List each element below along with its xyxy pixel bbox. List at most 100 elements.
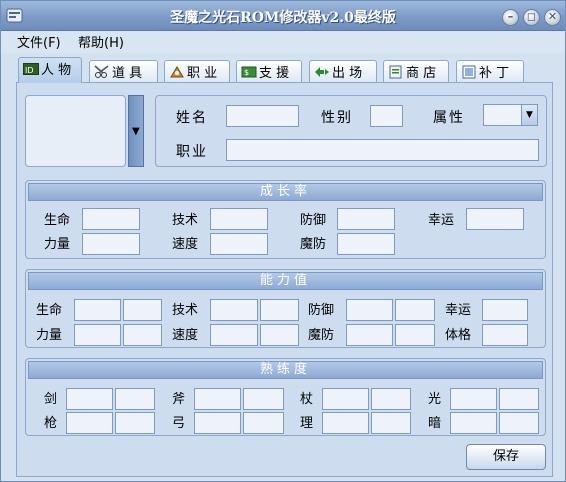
ability-resistance-input[interactable] <box>346 324 393 346</box>
tab-label: 出 场 <box>332 66 363 81</box>
light-exp-input[interactable] <box>499 388 539 410</box>
chevron-down-icon[interactable]: ▼ <box>521 105 537 125</box>
title-bar[interactable]: 圣魔之光石ROM修改器v2.0最终版 – ◻ ✕ <box>1 1 565 31</box>
minimize-button[interactable]: – <box>502 9 519 26</box>
growth-speed-input[interactable] <box>210 233 268 255</box>
weapon-label: 剑 <box>44 392 58 407</box>
sword-rank-input[interactable] <box>66 388 113 410</box>
axe-rank-input[interactable] <box>194 388 241 410</box>
ability-stat-label: 力量 <box>36 328 63 343</box>
ability-strength-input[interactable] <box>74 324 121 346</box>
growth-resistance-input[interactable] <box>337 233 395 255</box>
tab-shop[interactable]: 商 店 <box>383 60 449 82</box>
growth-skill-input[interactable] <box>210 208 268 230</box>
light-rank-input[interactable] <box>450 388 497 410</box>
tab-label: 职 业 <box>187 66 218 81</box>
ability-speed-input[interactable] <box>210 324 258 346</box>
window-title: 圣魔之光石ROM修改器v2.0最终版 <box>170 10 396 26</box>
growth-stat-label: 生命 <box>44 213 71 228</box>
portrait <box>25 95 126 167</box>
proficiency-title: 熟练度 <box>28 361 543 379</box>
name-input[interactable] <box>226 105 299 127</box>
ability-defense-input[interactable] <box>346 299 393 321</box>
attribute-select[interactable]: ▼ <box>483 104 538 126</box>
growth-hp-input[interactable] <box>82 208 140 230</box>
tab-label: 道 具 <box>112 66 143 81</box>
class-input[interactable] <box>226 139 539 161</box>
bow-exp-input[interactable] <box>243 412 284 434</box>
tab-label: 商 店 <box>406 66 437 81</box>
character-info: ▼ 姓名 性别 属性 ▼ 职业 <box>25 91 547 169</box>
tab-patch[interactable]: 补 丁 <box>456 60 524 82</box>
tab-label: 人 物 <box>41 63 72 78</box>
id-card-icon: ID <box>23 63 39 75</box>
growth-title: 成长率 <box>28 183 543 201</box>
axe-exp-input[interactable] <box>243 388 284 410</box>
dark-exp-input[interactable] <box>499 412 539 434</box>
weapon-label: 暗 <box>428 416 442 431</box>
attribute-label: 属性 <box>433 110 465 126</box>
support-icon: $ <box>241 66 257 78</box>
menu-file[interactable]: 文件(F) <box>15 30 63 53</box>
main-window: 圣魔之光石ROM修改器v2.0最终版 – ◻ ✕ 文件(F) 帮助(H) ID 人… <box>0 0 566 482</box>
character-panel: ▼ 姓名 性别 属性 ▼ 职业 成长率 生命 技术 防御 幸运 力量 速度 魔防… <box>16 82 553 477</box>
ability-defense-max-input[interactable] <box>395 299 435 321</box>
portrait-dropdown-button[interactable]: ▼ <box>128 95 144 167</box>
lance-exp-input[interactable] <box>115 412 155 434</box>
ability-luck-input[interactable] <box>482 299 528 321</box>
tab-character[interactable]: ID 人 物 <box>18 57 82 83</box>
gender-input[interactable] <box>370 105 403 127</box>
close-button[interactable]: ✕ <box>544 9 561 26</box>
growth-luck-input[interactable] <box>466 208 524 230</box>
dark-rank-input[interactable] <box>450 412 497 434</box>
ability-speed-max-input[interactable] <box>260 324 299 346</box>
growth-defense-input[interactable] <box>337 208 395 230</box>
anima-exp-input[interactable] <box>371 412 411 434</box>
svg-text:ID: ID <box>25 66 34 75</box>
lance-rank-input[interactable] <box>66 412 113 434</box>
staff-exp-input[interactable] <box>371 388 411 410</box>
growth-stat-label: 幸运 <box>428 213 455 228</box>
arrows-icon <box>315 67 329 77</box>
ability-resistance-max-input[interactable] <box>395 324 435 346</box>
tab-class[interactable]: 职 业 <box>164 60 230 82</box>
weapon-label: 斧 <box>172 392 186 407</box>
ability-skill-input[interactable] <box>210 299 258 321</box>
weapon-label: 理 <box>300 416 314 431</box>
growth-strength-input[interactable] <box>82 233 140 255</box>
ability-skill-max-input[interactable] <box>260 299 299 321</box>
ability-constitution-input[interactable] <box>482 324 528 346</box>
sword-exp-input[interactable] <box>115 388 155 410</box>
ability-strength-max-input[interactable] <box>123 324 162 346</box>
tab-items[interactable]: 道 具 <box>89 60 158 82</box>
maximize-button[interactable]: ◻ <box>523 9 540 26</box>
growth-stat-label: 魔防 <box>300 237 327 252</box>
ability-hp-input[interactable] <box>74 299 121 321</box>
tab-deploy[interactable]: 出 场 <box>309 60 377 82</box>
menu-help[interactable]: 帮助(H) <box>76 30 126 53</box>
menu-bar: 文件(F) 帮助(H) <box>1 31 565 53</box>
ability-group: 能力值 生命 技术 防御 幸运 力量 速度 魔防 体格 <box>25 269 546 348</box>
svg-text:$: $ <box>244 68 249 77</box>
chevron-down-icon: ▼ <box>132 126 140 137</box>
patch-icon <box>462 65 476 79</box>
weapon-label: 光 <box>428 392 442 407</box>
weapon-label: 弓 <box>172 416 186 431</box>
ability-hp-max-input[interactable] <box>123 299 162 321</box>
tab-support[interactable]: $ 支 援 <box>236 60 302 82</box>
class-icon <box>170 66 184 78</box>
bow-rank-input[interactable] <box>194 412 241 434</box>
ability-title: 能力值 <box>28 272 543 290</box>
growth-stat-label: 技术 <box>172 213 199 228</box>
growth-stat-label: 速度 <box>172 237 199 252</box>
save-button[interactable]: 保存 <box>466 444 546 470</box>
growth-stat-label: 防御 <box>300 213 327 228</box>
tab-strip: ID 人 物 道 具 职 业 $ 支 援 出 场 商 店 补 丁 <box>1 57 565 83</box>
ability-stat-label: 速度 <box>172 328 199 343</box>
ability-stat-label: 幸运 <box>445 303 472 318</box>
anima-rank-input[interactable] <box>322 412 369 434</box>
growth-stat-label: 力量 <box>44 237 71 252</box>
staff-rank-input[interactable] <box>322 388 369 410</box>
scissors-icon <box>94 65 109 78</box>
ability-stat-label: 体格 <box>445 328 472 343</box>
